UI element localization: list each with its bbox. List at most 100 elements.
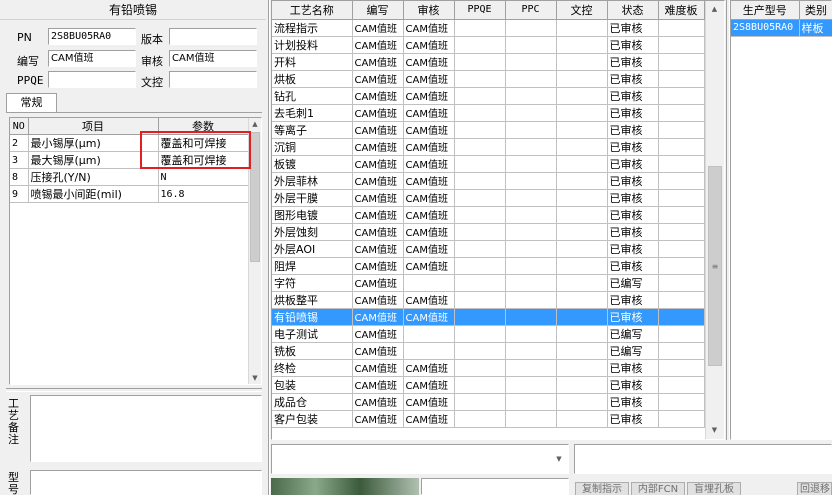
process-author: CAM值班 [352,138,404,156]
process-ppc [505,121,557,139]
process-row[interactable]: 钻孔 CAM值班 CAM值班 已审核 [272,87,705,105]
process-row[interactable]: 外层AOI CAM值班 CAM值班 已审核 [272,240,705,258]
process-row[interactable]: 板镀 CAM值班 CAM值班 已审核 [272,155,705,173]
scroll-down-icon[interactable]: ▼ [706,422,723,439]
process-ppqe [454,155,506,173]
process-row[interactable]: 客户包装 CAM值班 CAM值班 已审核 [272,410,705,428]
col-category[interactable]: 类别 [799,1,832,20]
process-row[interactable]: 有铅喷锡 CAM值班 CAM值班 已审核 [272,308,705,326]
param-col-item[interactable]: 项目 [28,118,159,135]
param-row[interactable]: 8 压接孔(Y/N) N [10,168,249,186]
type-field[interactable] [30,470,262,495]
process-detail-field[interactable] [574,444,832,474]
param-col-no[interactable]: NO [10,118,29,135]
process-difficulty [658,223,705,241]
main-splitter[interactable] [268,0,270,495]
col-difficulty[interactable]: 难度板 [658,1,705,20]
process-difficulty [658,410,705,428]
param-row[interactable]: 9 喷锡最小间距(mil) 16.8 [10,185,249,203]
process-scrollbar[interactable]: ▲ ≡ ▼ [705,1,724,439]
process-author: CAM值班 [352,240,404,258]
review-field[interactable]: CAM值班 [169,50,257,67]
process-ppc [505,206,557,224]
scroll-thumb[interactable] [250,132,260,262]
col-author[interactable]: 编写 [352,1,404,20]
splitter[interactable] [6,388,262,392]
model-name: 2S8BU05RA0 [731,19,800,37]
col-clerk[interactable]: 文控 [556,1,608,20]
image-field[interactable] [421,478,569,495]
model-grid: 生产型号 类别 2S8BU05RA0 样板 [730,0,832,440]
process-row[interactable]: 字符 CAM值班 已编写 [272,274,705,292]
process-row[interactable]: 开料 CAM值班 CAM值班 已审核 [272,53,705,71]
process-row[interactable]: 电子测试 CAM值班 已编写 [272,325,705,343]
col-review[interactable]: 审核 [403,1,455,20]
process-row[interactable]: 烘板 CAM值班 CAM值班 已审核 [272,70,705,88]
col-status[interactable]: 状态 [607,1,659,20]
process-row[interactable]: 终检 CAM值班 CAM值班 已审核 [272,359,705,377]
process-row[interactable]: 计划投料 CAM值班 CAM值班 已审核 [272,36,705,54]
process-name: 外层蚀刻 [272,223,353,241]
process-clerk [556,359,608,377]
process-row[interactable]: 外层蚀刻 CAM值班 CAM值班 已审核 [272,223,705,241]
ppqe-field[interactable] [48,71,136,88]
process-clerk [556,274,608,292]
grip-icon: ≡ [711,262,719,271]
process-ppqe [454,325,506,343]
process-row[interactable]: 铣板 CAM值班 已编写 [272,342,705,360]
process-row[interactable]: 外层干膜 CAM值班 CAM值班 已审核 [272,189,705,207]
col-ppqe[interactable]: PPQE [454,1,506,20]
tab-general[interactable]: 常规 [6,93,57,113]
scroll-down-icon[interactable]: ▼ [249,372,261,384]
process-review: CAM值班 [403,359,455,377]
process-ppc [505,53,557,71]
model-row[interactable]: 2S8BU05RA0 样板 [731,19,832,37]
clerk-field[interactable] [169,71,257,88]
blind-buried-button[interactable]: 盲埋孔板 [687,482,741,495]
author-field[interactable]: CAM值班 [48,50,136,67]
process-difficulty [658,393,705,411]
process-remark-field[interactable]: ▼ [271,444,569,474]
process-review [403,342,455,360]
process-row[interactable]: 成品仓 CAM值班 CAM值班 已审核 [272,393,705,411]
process-status: 已审核 [607,138,659,156]
process-status: 已审核 [607,223,659,241]
process-name: 阻焊 [272,257,353,275]
chevron-down-icon[interactable]: ▼ [552,449,566,469]
col-process-name[interactable]: 工艺名称 [272,1,353,20]
internal-fcn-button[interactable]: 内部FCN [631,482,685,495]
col-model[interactable]: 生产型号 [731,1,800,20]
process-row[interactable]: 等离子 CAM值班 CAM值班 已审核 [272,121,705,139]
scroll-up-icon[interactable]: ▲ [706,1,723,18]
process-ppc [505,240,557,258]
process-author: CAM值班 [352,325,404,343]
process-author: CAM值班 [352,155,404,173]
rollback-button[interactable]: 回退移 [797,482,832,495]
process-review: CAM值班 [403,70,455,88]
pn-field[interactable]: 2S8BU05RA0 [48,28,136,45]
notes-field[interactable] [30,395,262,462]
process-row[interactable]: 包装 CAM值班 CAM值班 已审核 [272,376,705,394]
scroll-thumb[interactable]: ≡ [708,166,722,366]
process-row[interactable]: 流程指示 CAM值班 CAM值班 已审核 [272,19,705,37]
process-name: 钻孔 [272,87,353,105]
process-name: 去毛刺1 [272,104,353,122]
process-ppqe [454,87,506,105]
notes-label: 工艺备注 [8,397,19,446]
process-review: CAM值班 [403,53,455,71]
process-row[interactable]: 沉铜 CAM值班 CAM值班 已审核 [272,138,705,156]
process-row[interactable]: 烘板整平 CAM值班 CAM值班 已审核 [272,291,705,309]
process-row[interactable]: 图形电镀 CAM值班 CAM值班 已审核 [272,206,705,224]
process-clerk [556,121,608,139]
process-name: 字符 [272,274,353,292]
process-name: 成品仓 [272,393,353,411]
copy-instruction-button[interactable]: 复制指示 [575,482,629,495]
process-row[interactable]: 阻焊 CAM值班 CAM值班 已审核 [272,257,705,275]
process-ppc [505,189,557,207]
col-ppc[interactable]: PPC [505,1,557,20]
process-row[interactable]: 去毛刺1 CAM值班 CAM值班 已审核 [272,104,705,122]
process-row[interactable]: 外层菲林 CAM值班 CAM值班 已审核 [272,172,705,190]
scroll-up-icon[interactable]: ▲ [249,118,261,130]
version-field[interactable] [169,28,257,45]
process-clerk [556,257,608,275]
